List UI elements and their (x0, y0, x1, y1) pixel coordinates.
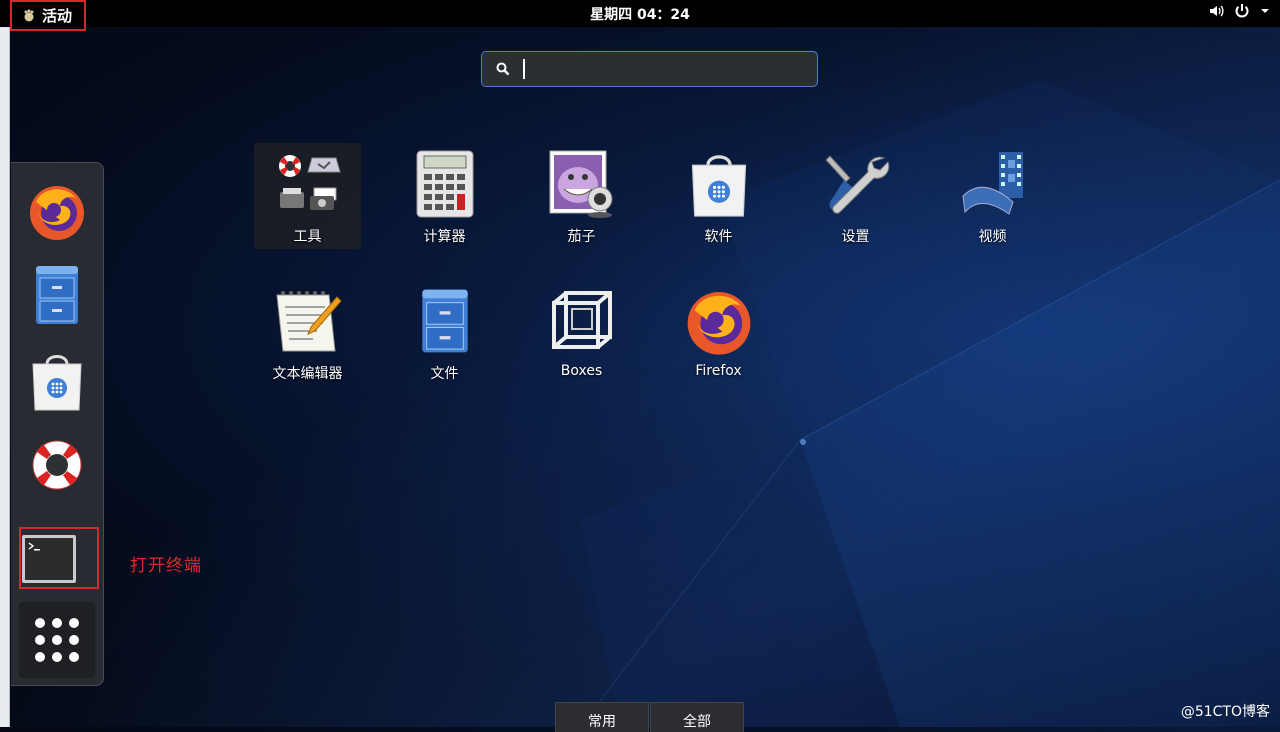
firefox-icon (30, 186, 84, 240)
text-editor-icon (275, 291, 342, 352)
window-edge (0, 27, 10, 727)
app-videos[interactable]: 视频 (939, 143, 1046, 249)
app-label: 计算器 (423, 229, 466, 245)
activities-label: 活动 (42, 7, 73, 25)
app-label: 设置 (841, 229, 870, 245)
app-label: 茄子 (567, 229, 596, 245)
app-label: Boxes (560, 363, 603, 379)
app-label: 文本编辑器 (272, 366, 343, 382)
file-cabinet-icon (421, 289, 468, 353)
grid-dot (69, 618, 79, 628)
search-icon (496, 62, 510, 76)
activities-button[interactable]: 活动 (10, 0, 86, 31)
app-boxes[interactable]: Boxes (528, 280, 635, 386)
dash-item-help[interactable] (25, 433, 89, 497)
app-label: 文件 (430, 366, 459, 382)
cheese-webcam-icon (549, 150, 612, 218)
app-label: Firefox (695, 363, 742, 379)
lifebuoy-icon (32, 440, 82, 490)
system-menu[interactable] (1208, 3, 1270, 19)
grid-dot (69, 635, 79, 645)
text-cursor (523, 59, 525, 79)
app-text-editor[interactable]: 文本编辑器 (254, 280, 361, 386)
tab-all[interactable]: 全部 (650, 702, 744, 732)
view-tabs: 常用 全部 (555, 702, 744, 732)
power-icon (1235, 4, 1249, 18)
show-applications-button[interactable] (19, 602, 95, 678)
app-utilities[interactable]: 工具 (254, 143, 361, 249)
app-cheese[interactable]: 茄子 (528, 143, 635, 249)
gnome-foot-icon (24, 9, 34, 21)
app-files[interactable]: 文件 (391, 280, 498, 386)
firefox-icon (687, 291, 750, 355)
tab-frequent[interactable]: 常用 (555, 702, 649, 732)
chevron-down-icon (1261, 9, 1269, 13)
grid-dot (52, 652, 62, 662)
app-firefox[interactable]: Firefox (665, 280, 772, 386)
video-film-icon (961, 152, 1023, 215)
watermark: @51CTO博客 (1180, 704, 1270, 720)
search-input[interactable] (481, 51, 818, 87)
grid-dot (35, 618, 45, 628)
grid-dot (69, 652, 79, 662)
app-calculator[interactable]: 计算器 (391, 143, 498, 249)
terminal-highlight-box (19, 527, 99, 589)
dash-item-software[interactable] (25, 349, 89, 413)
app-settings[interactable]: 设置 (802, 143, 909, 249)
grid-dot (35, 652, 45, 662)
grid-dot (35, 635, 45, 645)
grid-dot (52, 635, 62, 645)
dash-item-firefox[interactable] (25, 179, 89, 243)
software-bag-icon (32, 355, 82, 411)
background-pattern (579, 80, 1280, 727)
settings-wrench-icon (824, 155, 889, 214)
calculator-icon (416, 150, 473, 218)
file-cabinet-icon (36, 266, 78, 324)
top-bar: 星期四 04：24 (0, 0, 1280, 27)
app-label: 视频 (978, 229, 1007, 245)
grid-dot (52, 618, 62, 628)
dash-item-files[interactable] (25, 263, 89, 327)
volume-icon (1210, 5, 1224, 17)
app-software[interactable]: 软件 (665, 143, 772, 249)
clock[interactable]: 星期四 04：24 (0, 4, 1280, 24)
software-bag-icon (691, 155, 746, 217)
boxes-cube-icon (551, 291, 612, 349)
annotation-open-terminal: 打开终端 (130, 556, 202, 576)
app-label: 工具 (293, 229, 322, 245)
app-label: 软件 (704, 229, 733, 245)
utilities-folder-icon (278, 155, 341, 210)
